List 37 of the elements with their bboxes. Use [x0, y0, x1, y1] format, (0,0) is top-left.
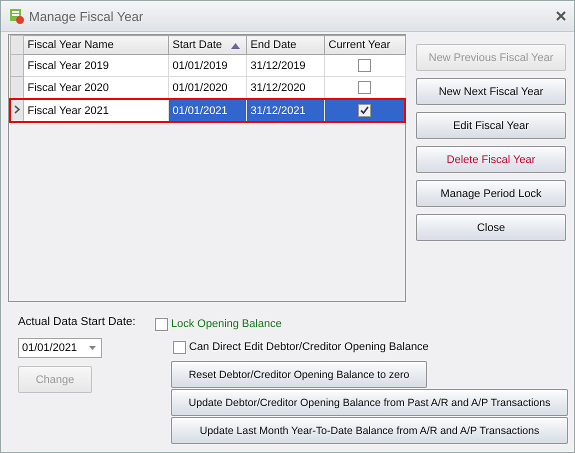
action-button[interactable]: Manage Period Lock: [416, 180, 566, 207]
table-cell: Fiscal Year 2021: [23, 99, 168, 122]
table-cell: 31/12/2021: [246, 99, 324, 122]
table-cell: 01/01/2021: [168, 99, 246, 122]
action-button[interactable]: Update Debtor/Creditor Opening Balance from Past A/R and A/P Transactions: [171, 389, 568, 416]
checkbox[interactable]: [358, 104, 371, 117]
column-header[interactable]: End Date: [246, 36, 324, 54]
action-button[interactable]: New Next Fiscal Year: [416, 78, 566, 105]
column-header[interactable]: Start Date: [168, 36, 246, 54]
column-header[interactable]: Fiscal Year Name: [23, 36, 168, 54]
table-cell: 01/01/2019: [168, 54, 246, 76]
action-button[interactable]: Reset Debtor/Creditor Opening Balance to zero: [171, 361, 427, 388]
checkbox-label: Lock Opening Balance: [171, 318, 282, 330]
date-field[interactable]: 01/01/2021: [18, 338, 102, 358]
table-cell: Fiscal Year 2019: [23, 54, 168, 76]
close-icon[interactable]: [556, 11, 566, 21]
row-header[interactable]: [10, 99, 23, 122]
table-cell: 31/12/2019: [246, 54, 324, 76]
action-button[interactable]: Update Last Month Year-To-Date Balance from A/R and A/P Transactions: [171, 417, 568, 444]
app-icon: [9, 8, 25, 24]
window-title: Manage Fiscal Year: [29, 8, 144, 24]
column-header[interactable]: Current Year: [324, 36, 405, 54]
checkbox[interactable]: [358, 81, 371, 94]
action-button[interactable]: Delete Fiscal Year: [416, 146, 566, 173]
checkbox[interactable]: [358, 59, 371, 72]
action-button[interactable]: Close: [416, 214, 566, 241]
checkbox-label: Can Direct Edit Debtor/Creditor Opening Balance: [189, 341, 429, 353]
checkbox[interactable]: [173, 340, 186, 354]
dropdown-arrow-icon: [89, 346, 96, 350]
table-cell: Fiscal Year 2020: [23, 76, 168, 99]
checkbox[interactable]: [155, 318, 168, 330]
row-header[interactable]: [10, 76, 23, 99]
start-date-label: Actual Data Start Date:: [18, 316, 137, 328]
action-button[interactable]: Edit Fiscal Year: [416, 112, 566, 139]
table-cell: 31/12/2020: [246, 76, 324, 99]
table-cell: 01/01/2020: [168, 76, 246, 99]
current-row-icon: [14, 104, 20, 114]
